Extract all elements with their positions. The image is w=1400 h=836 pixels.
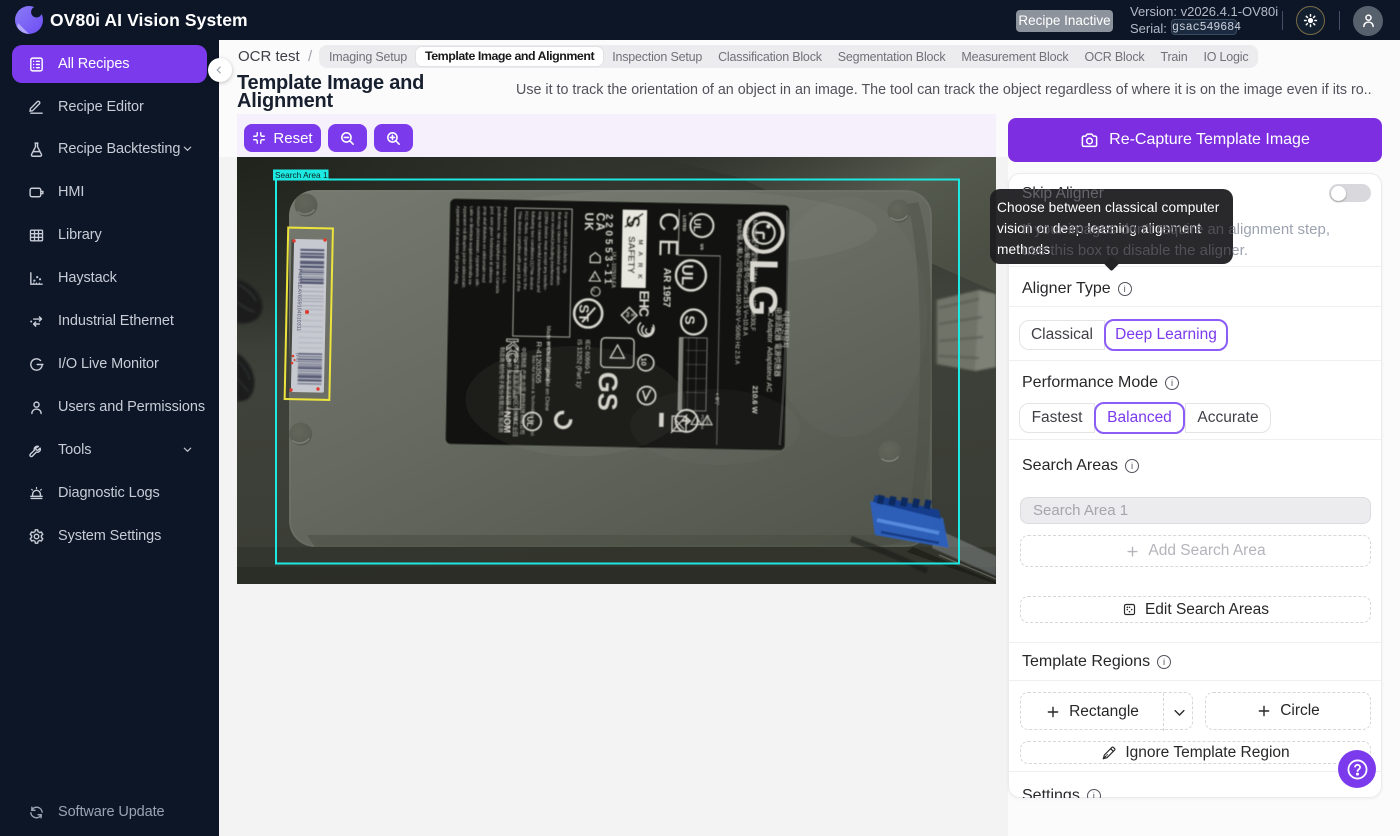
svg-text:AR 1957: AR 1957 [660, 268, 672, 308]
svg-text:SAFETY: SAFETY [625, 236, 637, 274]
svg-text:us: us [698, 244, 704, 251]
svg-text:e: e [590, 275, 595, 278]
svg-text:UL: UL [678, 264, 695, 286]
svg-text:CA: CA [593, 213, 607, 233]
svg-text:UL: UL [691, 218, 702, 232]
svg-text:M A R K: M A R K [636, 239, 644, 281]
svg-text:CE: CE [653, 212, 684, 264]
svg-text:(1-6): (1-6) [295, 353, 300, 363]
svg-text:Search Area 1: Search Area 1 [275, 170, 328, 180]
svg-text:E: E [630, 314, 635, 317]
svg-text:PS: PS [625, 312, 630, 318]
svg-text:ULL-102918-EA: ULL-102918-EA [610, 252, 617, 289]
svg-text:S: S [682, 315, 698, 325]
svg-text:EHC: EHC [636, 290, 652, 317]
